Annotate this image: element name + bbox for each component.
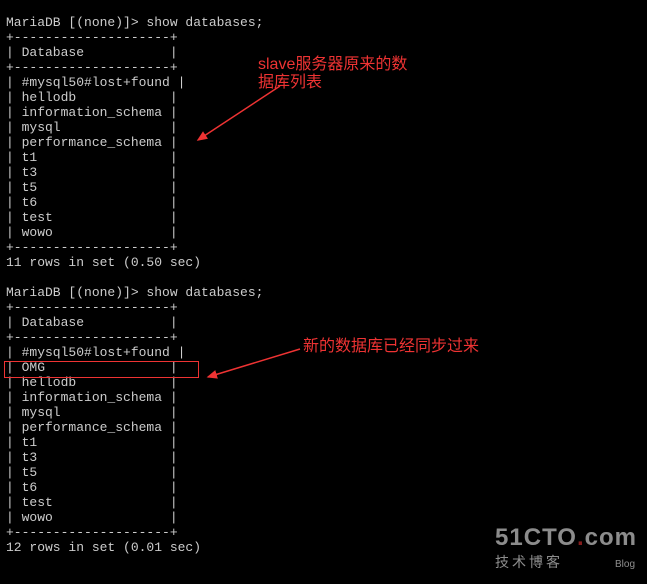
watermark-main: 51CTO.com	[495, 524, 637, 552]
table-sep: +--------------------+	[6, 240, 178, 255]
annotation-text-2: 新的数据库已经同步过来	[303, 338, 479, 356]
table-row: | #mysql50#lost+found |	[6, 75, 185, 90]
table-row: | wowo |	[6, 225, 178, 240]
table-row: | hellodb |	[6, 90, 178, 105]
prompt-line: MariaDB [(none)]> show databases;	[6, 285, 263, 300]
table-row: | t3 |	[6, 450, 178, 465]
table-row: | t5 |	[6, 180, 178, 195]
table-row: | test |	[6, 210, 178, 225]
prompt-line: MariaDB [(none)]> show databases;	[6, 15, 263, 30]
table-row: | wowo |	[6, 510, 178, 525]
table-row: | t6 |	[6, 195, 178, 210]
table-sep: +--------------------+	[6, 300, 178, 315]
watermark-blog: Blog	[615, 559, 635, 570]
table-sep: +--------------------+	[6, 60, 178, 75]
table-row: | t6 |	[6, 480, 178, 495]
table-row: | t1 |	[6, 150, 178, 165]
table-row: | performance_schema |	[6, 135, 178, 150]
table-row: | mysql |	[6, 405, 178, 420]
table-row: | t3 |	[6, 165, 178, 180]
table-row: | information_schema |	[6, 105, 178, 120]
table-header: | Database |	[6, 45, 178, 60]
result-footer: 11 rows in set (0.50 sec)	[6, 255, 201, 270]
table-row: | t1 |	[6, 435, 178, 450]
result-footer: 12 rows in set (0.01 sec)	[6, 540, 201, 555]
table-sep: +--------------------+	[6, 30, 178, 45]
table-row: | performance_schema |	[6, 420, 178, 435]
table-header: | Database |	[6, 315, 178, 330]
watermark: 51CTO.com 技术博客 Blog	[495, 524, 637, 572]
terminal-output: MariaDB [(none)]> show databases; +-----…	[6, 0, 263, 555]
annotation-text-1: slave服务器原来的数 据库列表	[258, 56, 407, 92]
table-row: | #mysql50#lost+found |	[6, 345, 185, 360]
table-sep: +--------------------+	[6, 330, 178, 345]
highlight-box	[4, 361, 199, 378]
table-row: | test |	[6, 495, 178, 510]
table-row: | t5 |	[6, 465, 178, 480]
table-row: | information_schema |	[6, 390, 178, 405]
table-row: | mysql |	[6, 120, 178, 135]
table-sep: +--------------------+	[6, 525, 178, 540]
